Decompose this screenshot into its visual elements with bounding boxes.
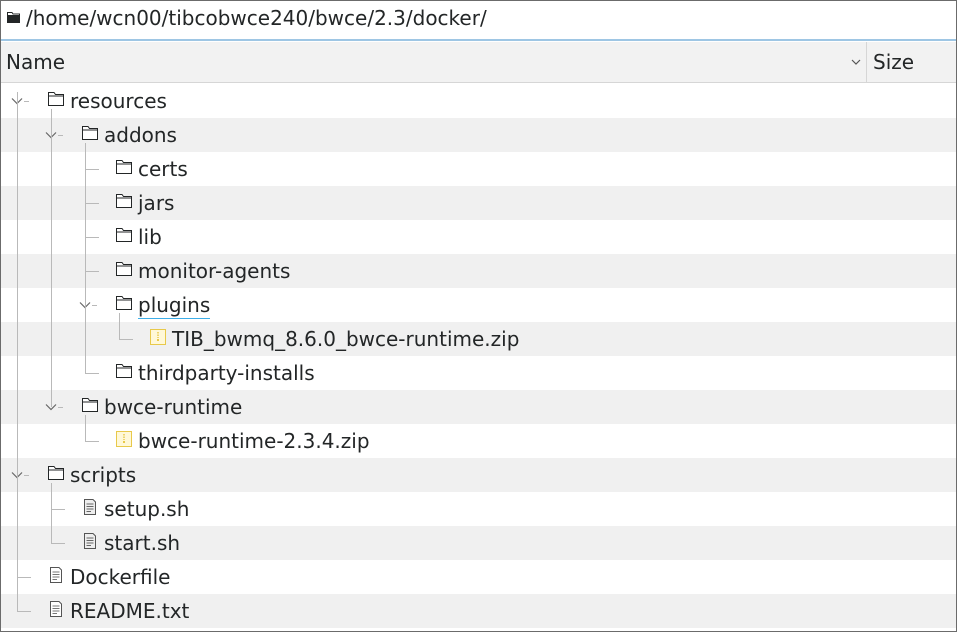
tree-item-label: setup.sh [104, 497, 190, 521]
folder-icon [116, 160, 132, 174]
tree-line-horizontal [58, 407, 63, 408]
tree-item-label: lib [138, 225, 162, 249]
tree-item-label: addons [104, 123, 177, 147]
file-tree-window: /home/wcn00/tibcobwce240/bwce/2.3/docker… [0, 0, 957, 632]
tree-line-vertical [17, 92, 18, 611]
tree-item-label: scripts [70, 463, 137, 487]
tree-item-label: start.sh [104, 531, 181, 555]
focus-accent-line [1, 39, 956, 41]
tree-row[interactable]: certs [1, 152, 956, 186]
chevron-down-icon[interactable] [849, 55, 863, 69]
tree-line-vertical [85, 143, 86, 373]
tree-item-label: resources [70, 89, 167, 113]
tree-item-label: Dockerfile [70, 565, 171, 589]
tree-row[interactable]: monitor-agents [1, 254, 956, 288]
tree-row[interactable]: Dockerfile [1, 560, 956, 594]
tree-line-horizontal [85, 271, 99, 272]
folder-icon [48, 92, 64, 106]
tree-row[interactable]: addons [1, 118, 956, 152]
folder-icon [82, 126, 98, 140]
tree-line-horizontal [24, 101, 29, 102]
tree-line-horizontal [85, 441, 99, 442]
tree-row[interactable]: bwce-runtime-2.3.4.zip [1, 424, 956, 458]
path-bar[interactable]: /home/wcn00/tibcobwce240/bwce/2.3/docker… [1, 1, 956, 37]
script-file-icon [84, 499, 96, 515]
tree-row[interactable]: README.txt [1, 594, 956, 628]
folder-icon [116, 296, 132, 310]
tree-row[interactable]: thirdparty-installs [1, 356, 956, 390]
current-path: /home/wcn00/tibcobwce240/bwce/2.3/docker… [26, 6, 487, 30]
tree-line-horizontal [92, 305, 97, 306]
tree-row[interactable]: start.sh [1, 526, 956, 560]
column-header: Name Size [1, 42, 956, 83]
tree-item-label: bwce-runtime-2.3.4.zip [138, 429, 370, 453]
tree-line-horizontal [85, 237, 99, 238]
tree-line-horizontal [119, 339, 133, 340]
tree-row[interactable]: TIB_bwmq_8.6.0_bwce-runtime.zip [1, 322, 956, 356]
folder-icon [7, 12, 20, 23]
column-separator[interactable] [866, 42, 867, 82]
tree-row[interactable]: setup.sh [1, 492, 956, 526]
tree-line-vertical [51, 483, 52, 543]
tree-line-horizontal [85, 203, 99, 204]
tree-line-horizontal [24, 475, 29, 476]
header-name[interactable]: Name [6, 42, 65, 82]
header-size[interactable]: Size [873, 42, 914, 82]
tree-item-label: jars [138, 191, 175, 215]
tree-row[interactable]: bwce-runtime [1, 390, 956, 424]
tree-line-vertical [119, 313, 120, 339]
tree-line-horizontal [85, 373, 99, 374]
tree-item-label: plugins [138, 293, 211, 319]
folder-icon [116, 228, 132, 242]
tree-line-vertical [85, 415, 86, 441]
tree-line-vertical [51, 109, 52, 407]
archive-icon [150, 329, 166, 345]
tree-row[interactable]: scripts [1, 458, 956, 492]
tree-view[interactable]: resources addons certs jars lib monitor-agent… [1, 84, 956, 631]
tree-row[interactable]: lib [1, 220, 956, 254]
tree-item-label: README.txt [70, 599, 190, 623]
archive-icon [116, 431, 132, 447]
folder-icon [116, 262, 132, 276]
tree-line-horizontal [51, 543, 65, 544]
tree-row[interactable]: jars [1, 186, 956, 220]
text-file-icon [50, 567, 62, 583]
tree-item-label: monitor-agents [138, 259, 291, 283]
folder-icon [82, 398, 98, 412]
tree-item-label: thirdparty-installs [138, 361, 315, 385]
tree-row[interactable]: plugins [1, 288, 956, 322]
folder-icon [48, 466, 64, 480]
tree-line-horizontal [17, 577, 31, 578]
tree-row[interactable]: resources [1, 84, 956, 118]
folder-icon [116, 364, 132, 378]
folder-icon [116, 194, 132, 208]
tree-line-horizontal [58, 135, 63, 136]
tree-item-label: certs [138, 157, 188, 181]
script-file-icon [84, 533, 96, 549]
tree-line-horizontal [85, 169, 99, 170]
tree-item-label: bwce-runtime [104, 395, 243, 419]
tree-item-label: TIB_bwmq_8.6.0_bwce-runtime.zip [172, 327, 520, 351]
text-file-icon [50, 601, 62, 617]
tree-line-horizontal [17, 611, 31, 612]
tree-line-horizontal [51, 509, 65, 510]
